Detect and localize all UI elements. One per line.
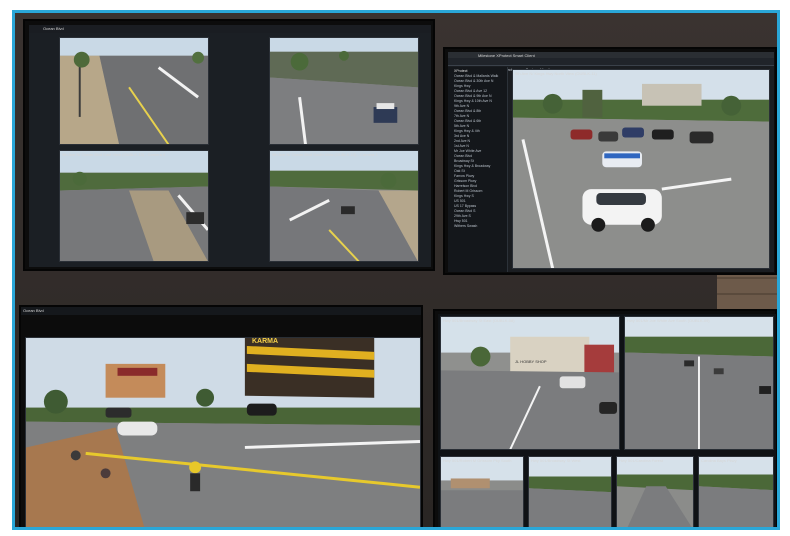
screen-header-bar: Ocean Blvd — [29, 25, 431, 33]
camera-caption: Hwy 501/Mr Joe White Ave South (OUBLK-09… — [627, 318, 710, 323]
camera-caption: Hwy 501/Broadway St East (OUBLK-08) — [443, 318, 515, 323]
tree-item[interactable]: Withers Swash — [454, 224, 505, 229]
camera-feed — [60, 38, 208, 144]
camera-caption: 9th Ave N/ Kings Hwy North View (OUBLK-1… — [515, 71, 597, 76]
camera-tile[interactable]: Hwy 501/Mr Joe White Ave South (OUBLK-09… — [624, 316, 774, 450]
tree-list: Ocean Blvd & Mallards Walk Ocean Blvd & 3… — [454, 74, 505, 229]
monitor-bottom-left: Ocean Blvd KARMA — [19, 305, 423, 527]
camera-feed — [441, 317, 619, 449]
camera-tile[interactable]: Hwy 501/Carolina Forest — [616, 456, 694, 527]
camera-feed — [441, 457, 523, 527]
screen-header-bar: Ocean Blvd — [21, 307, 421, 315]
camera-feed — [270, 151, 418, 261]
camera-feed — [699, 457, 773, 527]
monitor-top-left: Ocean Blvd 9th Ave N/ Ocean Blvd East Vi… — [23, 19, 435, 271]
camera-caption: Hwy 501/Robert M Grissom Pky South — [443, 458, 512, 463]
screen-header-label: Ocean Blvd — [23, 308, 44, 313]
camera-feed — [26, 338, 420, 527]
camera-feed — [529, 457, 611, 527]
camera-feed — [270, 38, 418, 144]
camera-tile[interactable]: KARMA — [25, 337, 421, 527]
shop-sign: JL HOBBY SHOP — [515, 359, 547, 364]
photo-frame: Ocean Blvd 9th Ave N/ Ocean Blvd East Vi… — [12, 10, 780, 530]
camera-feed — [617, 457, 693, 527]
camera-tile[interactable]: Hwy 501/Broadway St East (OUBLK-08) JL H… — [440, 316, 620, 450]
camera-tile[interactable]: Hwy 501/Broadway St West — [528, 456, 612, 527]
camera-caption: 9th Ave N/ Ocean Blvd East View (OUBLK-1… — [62, 152, 166, 157]
camera-tree: XProtect Ocean Blvd & Mallards Walk Ocean… — [448, 67, 508, 272]
screen-header-label: Ocean Blvd — [43, 26, 64, 31]
tab-bar: Live Playback Search System Monitor — [448, 58, 774, 72]
camera-tile[interactable] — [59, 37, 209, 145]
camera-tile[interactable]: Carolina Bays Pkwy — [698, 456, 774, 527]
camera-feed — [513, 70, 769, 268]
camera-tile[interactable]: 9th Ave N/ Kings Hwy North View (OUBLK-1… — [512, 69, 770, 269]
screen-top-left: Ocean Blvd 9th Ave N/ Ocean Blvd East Vi… — [29, 25, 431, 267]
camera-caption: 9th Ave N/ Ocean Blvd South View (OUBLK-… — [272, 152, 378, 157]
camera-tile[interactable]: 9th Ave N/ Ocean Blvd South View (OUBLK-… — [269, 150, 419, 262]
camera-tile[interactable]: 9th Ave N/ Ocean Blvd East View (OUBLK-1… — [59, 150, 209, 262]
camera-tile[interactable] — [269, 37, 419, 145]
camera-caption: Carolina Bays Pkwy — [701, 458, 737, 463]
monitor-top-right: Milestone XProtect Smart Client Live Pla… — [443, 47, 777, 275]
camera-feed — [625, 317, 773, 449]
smart-client-window: Milestone XProtect Smart Client Live Pla… — [448, 52, 774, 272]
screen-bottom-right: Hwy 501/Broadway St East (OUBLK-08) JL H… — [438, 314, 776, 527]
camera-caption: Hwy 501/Carolina Forest — [619, 458, 664, 463]
camera-tile[interactable]: Hwy 501/Robert M Grissom Pky South — [440, 456, 524, 527]
camera-feed — [60, 151, 208, 261]
building-sign: KARMA — [252, 338, 279, 345]
monitor-bottom-right: Hwy 501/Broadway St East (OUBLK-08) JL H… — [433, 309, 777, 527]
camera-caption: Hwy 501/Broadway St West — [531, 458, 581, 463]
